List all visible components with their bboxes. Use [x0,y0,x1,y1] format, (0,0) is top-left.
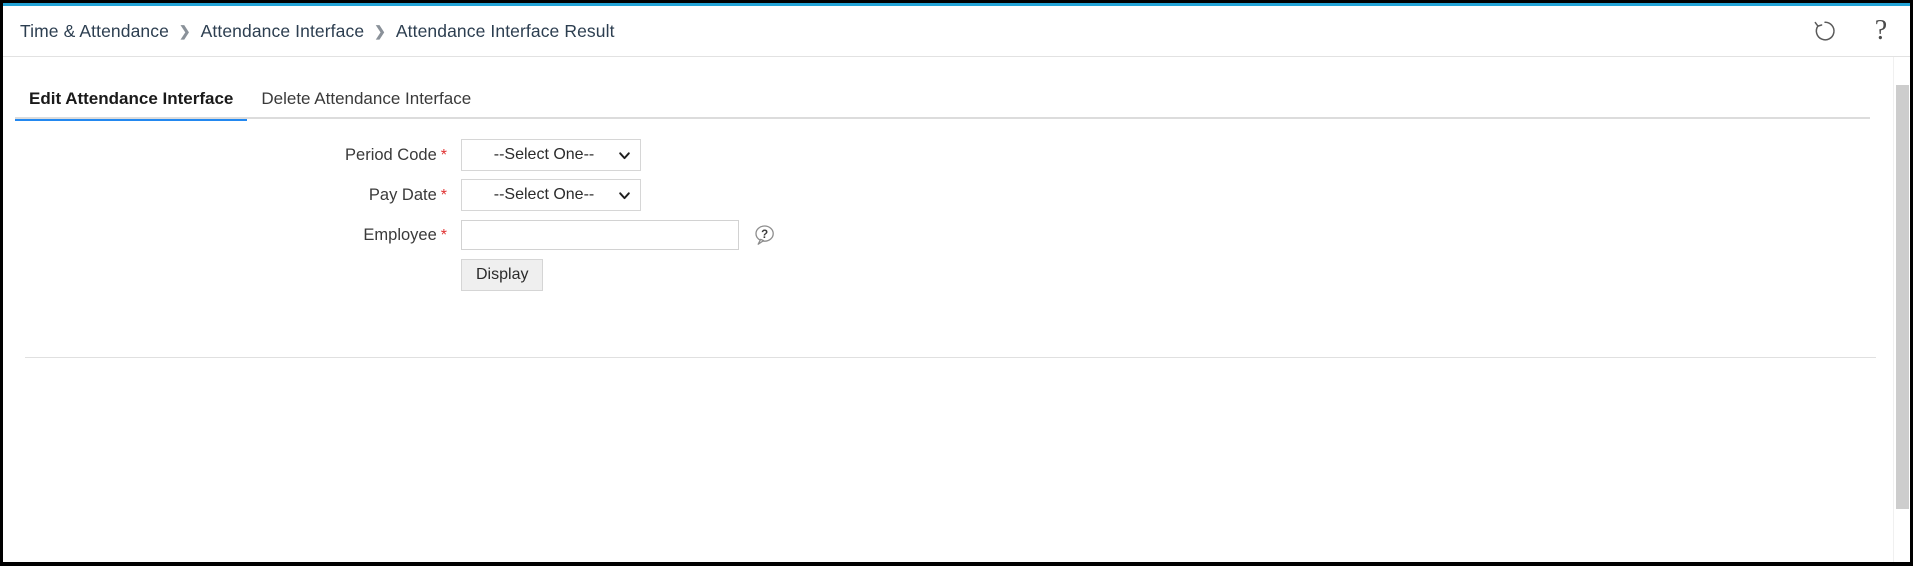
form-panel: Period Code* --Select One-- Pay Date* [3,121,1910,562]
chevron-down-icon [619,151,630,159]
select-period-code-value: --Select One-- [493,146,595,163]
employee-help-icon[interactable]: ? [751,222,777,248]
breadcrumb-item-attendance-interface-result: Attendance Interface Result [395,20,615,41]
breadcrumb-separator-icon: ❯ [374,23,386,39]
header-bar: Time & Attendance ❯ Attendance Interface… [3,6,1910,56]
employee-input[interactable] [461,220,739,250]
header-actions: ? [1810,6,1896,56]
form-row-period-code: Period Code * --Select One-- [3,135,1910,175]
tabstrip: Edit Attendance Interface Delete Attenda… [3,57,1910,121]
label-employee-text: Employee [363,225,437,244]
select-pay-date[interactable]: --Select One-- [461,179,641,211]
label-employee: Employee * [3,226,461,245]
tab-underline-track [15,117,1870,119]
control-actions: Display [461,259,544,291]
breadcrumb-separator-icon: ❯ [178,23,191,39]
breadcrumb-item-attendance-interface[interactable]: Attendance Interface [201,21,365,42]
form-rows: Period Code* --Select One-- Pay Date* [3,121,1910,295]
history-icon-glyph [1814,21,1835,41]
select-period-code[interactable]: --Select One-- [461,139,641,171]
label-pay-date-text: Pay Date [368,185,437,204]
vertical-scrollbar-thumb[interactable] [1896,85,1909,509]
label-period-code: Period Code * [3,146,461,165]
vertical-scrollbar[interactable] [1893,57,1910,562]
breadcrumb-item-time-attendance[interactable]: Time & Attendance [20,21,169,42]
breadcrumb: Time & Attendance ❯ Attendance Interface… [3,21,615,42]
label-period-code-text: Period Code [345,145,437,164]
required-marker: * [440,226,447,244]
form-row-employee: Employee * ? [3,215,1910,255]
form-row-pay-date: Pay Date * --Select One-- [3,175,1910,215]
help-icon[interactable]: ? [1866,16,1896,46]
chevron-down-icon [619,191,630,199]
history-icon[interactable] [1810,16,1840,46]
label-pay-date: Pay Date * [3,186,461,205]
form-row-actions: Display [3,255,1910,295]
form-bottom-divider [25,357,1876,358]
control-period-code: --Select One-- [461,139,641,171]
display-button[interactable]: Display [461,259,544,291]
required-marker: * [440,146,447,164]
help-icon-glyph: ? [1874,15,1888,46]
control-employee: ? [461,220,777,250]
control-pay-date: --Select One-- [461,179,641,211]
svg-text:?: ? [761,229,768,241]
required-marker: * [440,186,447,204]
question-bubble-icon: ? [755,225,774,245]
application-window: Time & Attendance ❯ Attendance Interface… [0,0,1913,566]
select-pay-date-value: --Select One-- [493,186,595,203]
